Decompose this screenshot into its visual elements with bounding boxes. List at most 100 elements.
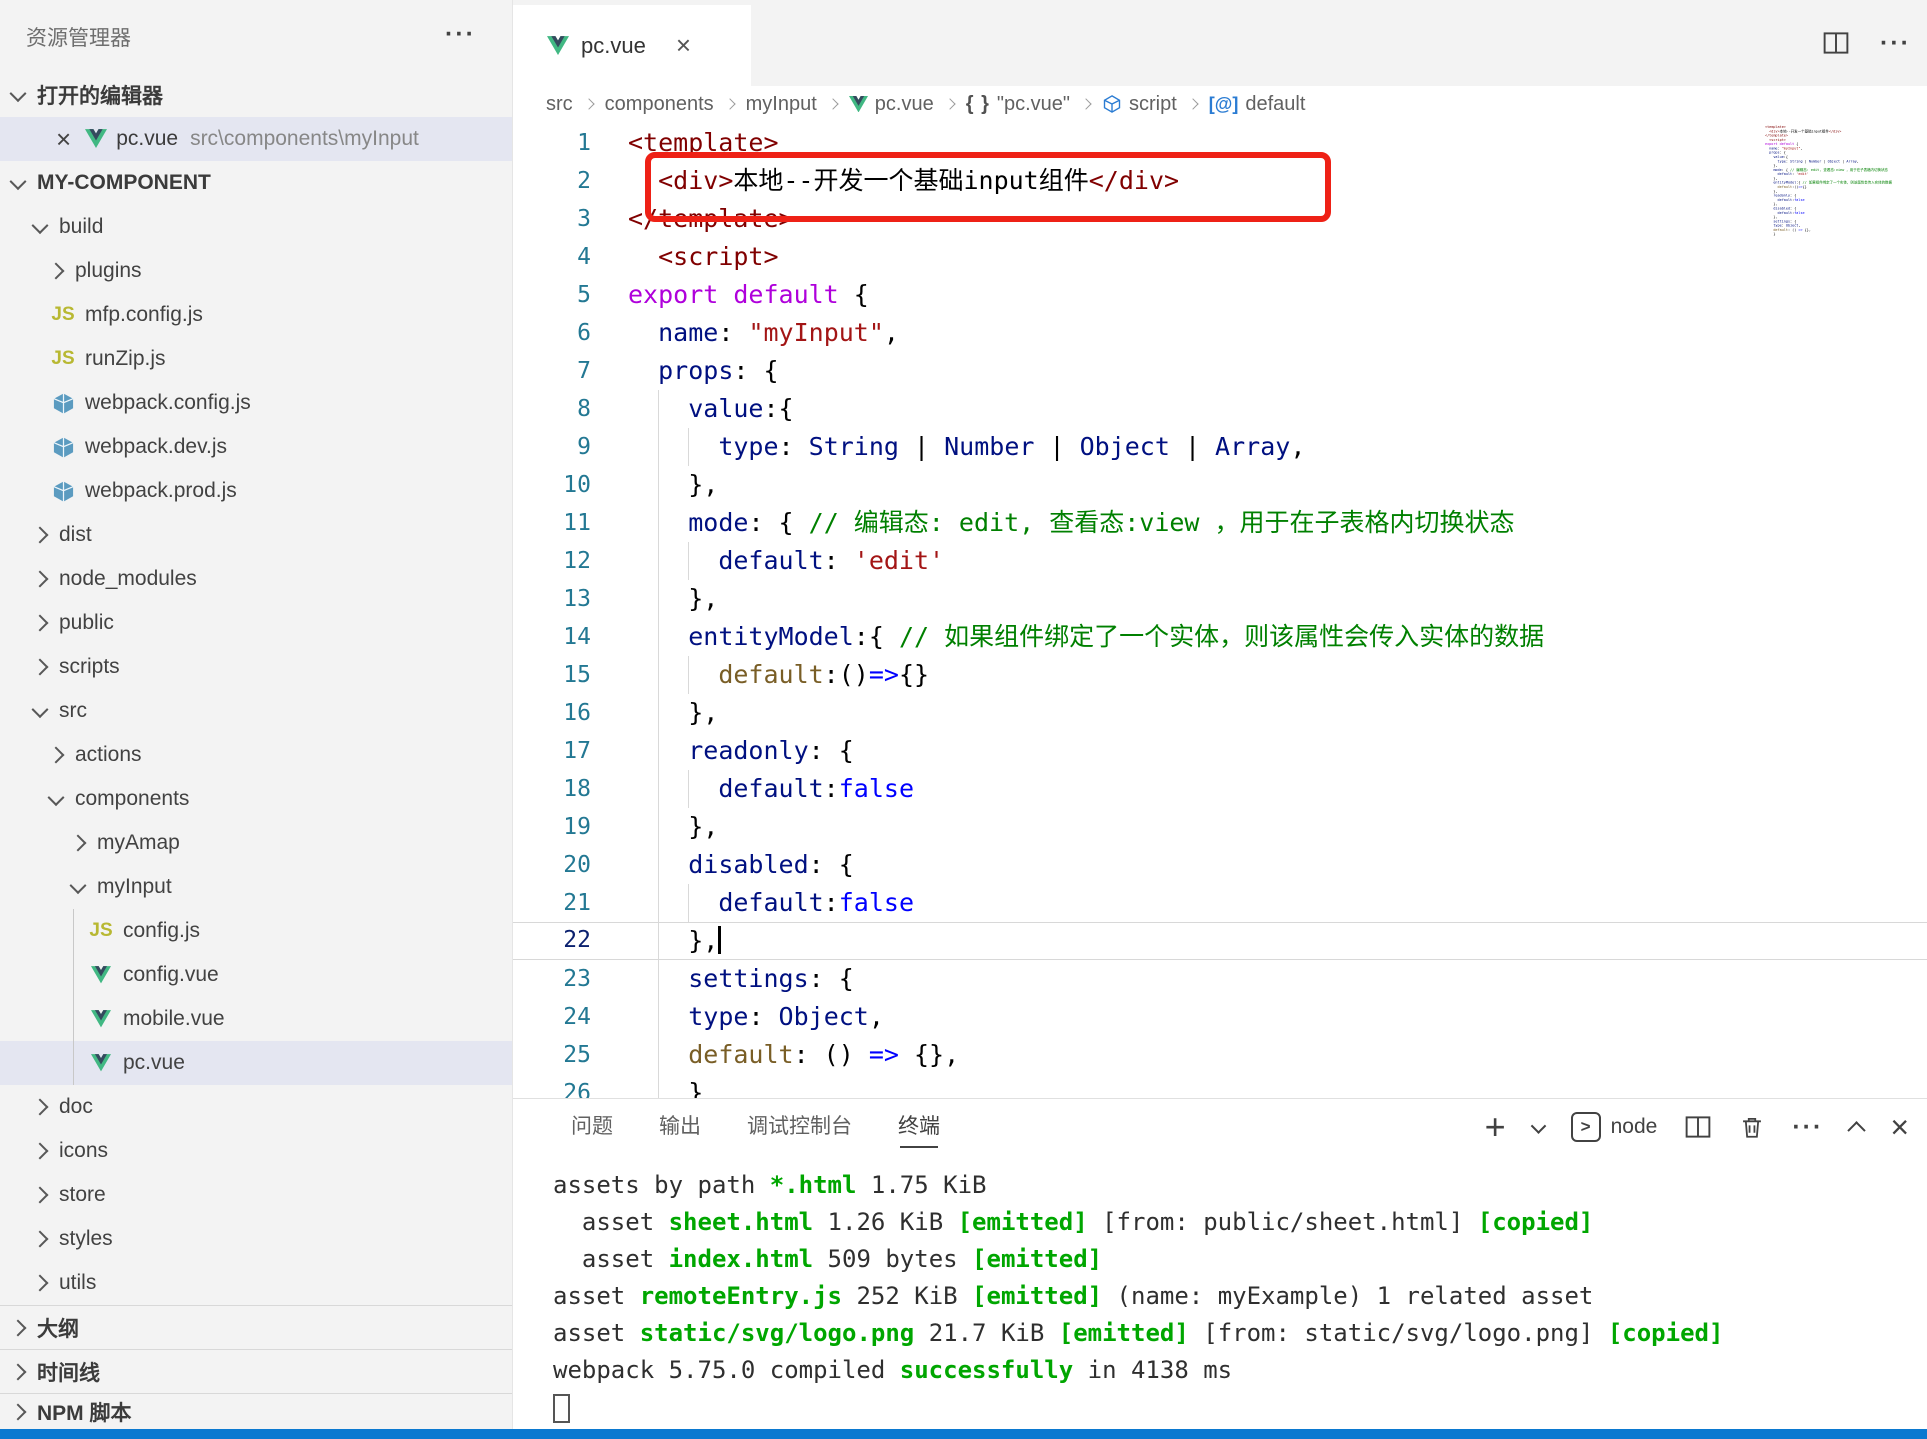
tree-item-src[interactable]: src — [0, 689, 512, 733]
tree-item-webpack.prod.js[interactable]: webpack.prod.js — [0, 469, 512, 513]
tree-item-doc[interactable]: doc — [0, 1085, 512, 1129]
split-terminal-icon[interactable] — [1684, 1113, 1712, 1141]
new-terminal-icon[interactable]: + — [1485, 1109, 1506, 1145]
line-number: 20 — [513, 846, 591, 884]
code-line-7[interactable]: 7 props: { — [513, 352, 1927, 390]
code-line-4[interactable]: 4 <script> — [513, 238, 1927, 276]
tree-item-node_modules[interactable]: node_modules — [0, 557, 512, 601]
breadcrumb-item-pc.vue[interactable]: { }"pc.vue" — [966, 93, 1070, 116]
code-line-26[interactable]: 26 } — [513, 1074, 1927, 1098]
split-editor-icon[interactable] — [1822, 29, 1850, 57]
terminal-output[interactable]: assets by path *.html 1.75 KiB asset she… — [513, 1155, 1927, 1429]
chevron-down-icon — [10, 173, 27, 190]
tree-item-public[interactable]: public — [0, 601, 512, 645]
code-line-5[interactable]: 5export default { — [513, 276, 1927, 314]
code-editor[interactable]: 1<template>2 <div>本地--开发一个基础input组件</div… — [513, 122, 1927, 1098]
code-line-19[interactable]: 19 }, — [513, 808, 1927, 846]
tree-item-store[interactable]: store — [0, 1173, 512, 1217]
more-actions-icon[interactable]: ··· — [1792, 1113, 1823, 1142]
breadcrumb-item-src[interactable]: src — [546, 93, 573, 116]
minimap[interactable]: <template> <div>本地--开发一个基础input组件</div><… — [1765, 125, 1917, 295]
tree-item-webpack.dev.js[interactable]: webpack.dev.js — [0, 425, 512, 469]
panel-tab-终端[interactable]: 终端 — [898, 1099, 940, 1155]
code-line-15[interactable]: 15 default:()=>{} — [513, 656, 1927, 694]
chevron-right-icon — [583, 98, 594, 109]
workspace-label: MY-COMPONENT — [37, 171, 211, 195]
open-editors-section-header[interactable]: 打开的编辑器 — [0, 73, 512, 117]
tab-pc-vue[interactable]: pc.vue × — [513, 5, 751, 86]
more-actions-icon[interactable]: ··· — [445, 20, 476, 49]
code-line-13[interactable]: 13 }, — [513, 580, 1927, 618]
breadcrumb-item-pc.vue[interactable]: pc.vue — [849, 93, 934, 116]
breadcrumb-item-myInput[interactable]: myInput — [746, 93, 817, 116]
code-line-12[interactable]: 12 default: 'edit' — [513, 542, 1927, 580]
line-number: 24 — [513, 998, 591, 1036]
close-icon[interactable]: × — [676, 30, 691, 61]
line-number: 8 — [513, 390, 591, 428]
tree-item-config.vue[interactable]: config.vue — [0, 953, 512, 997]
workspace-section-header[interactable]: MY-COMPONENT — [0, 161, 512, 205]
tree-item-mobile.vue[interactable]: mobile.vue — [0, 997, 512, 1041]
code-line-10[interactable]: 10 }, — [513, 466, 1927, 504]
code-line-3[interactable]: 3</template> — [513, 200, 1927, 238]
code-line-9[interactable]: 9 type: String | Number | Object | Array… — [513, 428, 1927, 466]
code-line-6[interactable]: 6 name: "myInput", — [513, 314, 1927, 352]
chevron-down-icon — [70, 877, 87, 894]
code-line-25[interactable]: 25 default: () => {}, — [513, 1036, 1927, 1074]
tree-item-pc.vue[interactable]: pc.vue — [0, 1041, 512, 1085]
tree-item-label: plugins — [75, 259, 142, 283]
tree-item-runZip.js[interactable]: JSrunZip.js — [0, 337, 512, 381]
code-line-14[interactable]: 14 entityModel:{ // 如果组件绑定了一个实体，则该属性会传入实… — [513, 618, 1927, 656]
breadcrumb-item-script[interactable]: script — [1102, 93, 1177, 116]
tree-item-label: node_modules — [59, 567, 197, 591]
tree-item-icons[interactable]: icons — [0, 1129, 512, 1173]
webpack-icon — [52, 436, 75, 459]
trash-icon[interactable] — [1739, 1114, 1765, 1140]
close-icon[interactable]: × — [56, 124, 71, 155]
code-line-1[interactable]: 1<template> — [513, 124, 1927, 162]
panel-tab-问题[interactable]: 问题 — [571, 1099, 613, 1155]
line-number: 11 — [513, 504, 591, 542]
tree-item-styles[interactable]: styles — [0, 1217, 512, 1261]
chevron-up-icon[interactable] — [1848, 1121, 1866, 1139]
tree-item-config.js[interactable]: JSconfig.js — [0, 909, 512, 953]
breadcrumb-item-components[interactable]: components — [605, 93, 714, 116]
breadcrumb-item-default[interactable]: [@]default — [1209, 93, 1306, 116]
editor-tab-bar: pc.vue × ··· — [513, 0, 1927, 86]
vscode-window: 资源管理器 ··· 打开的编辑器 × pc.vue src\components… — [0, 0, 1927, 1439]
tree-item-myAmap[interactable]: myAmap — [0, 821, 512, 865]
panel-tab-调试控制台[interactable]: 调试控制台 — [747, 1099, 852, 1155]
code-line-16[interactable]: 16 }, — [513, 694, 1927, 732]
code-line-21[interactable]: 21 default:false — [513, 884, 1927, 922]
close-panel-icon[interactable]: × — [1890, 1109, 1909, 1146]
code-line-18[interactable]: 18 default:false — [513, 770, 1927, 808]
timeline-section-header[interactable]: 时间线 — [0, 1349, 512, 1393]
panel-tab-输出[interactable]: 输出 — [659, 1099, 701, 1155]
tree-item-components[interactable]: components — [0, 777, 512, 821]
tree-item-scripts[interactable]: scripts — [0, 645, 512, 689]
terminal-profile[interactable]: > node — [1571, 1112, 1658, 1142]
tree-item-actions[interactable]: actions — [0, 733, 512, 777]
outline-section-header[interactable]: 大纲 — [0, 1305, 512, 1349]
more-actions-icon[interactable]: ··· — [1880, 29, 1911, 58]
code-line-24[interactable]: 24 type: Object, — [513, 998, 1927, 1036]
code-line-11[interactable]: 11 mode: { // 编辑态: edit, 查看态:view ，用于在子表… — [513, 504, 1927, 542]
code-line-20[interactable]: 20 disabled: { — [513, 846, 1927, 884]
tree-item-utils[interactable]: utils — [0, 1261, 512, 1305]
code-line-23[interactable]: 23 settings: { — [513, 960, 1927, 998]
chevron-down-icon — [32, 217, 49, 234]
line-number: 9 — [513, 428, 591, 466]
tree-item-plugins[interactable]: plugins — [0, 249, 512, 293]
tree-item-mfp.config.js[interactable]: JSmfp.config.js — [0, 293, 512, 337]
tree-item-dist[interactable]: dist — [0, 513, 512, 557]
code-line-2[interactable]: 2 <div>本地--开发一个基础input组件</div> — [513, 162, 1927, 200]
open-editor-item[interactable]: × pc.vue src\components\myInput — [0, 117, 512, 161]
code-line-8[interactable]: 8 value:{ — [513, 390, 1927, 428]
code-line-22[interactable]: 22 }, — [513, 922, 1927, 960]
chevron-down-icon[interactable] — [1530, 1118, 1546, 1134]
tree-item-myInput[interactable]: myInput — [0, 865, 512, 909]
code-line-17[interactable]: 17 readonly: { — [513, 732, 1927, 770]
npm-scripts-section-header[interactable]: NPM 脚本 — [0, 1393, 512, 1429]
tree-item-build[interactable]: build — [0, 205, 512, 249]
tree-item-webpack.config.js[interactable]: webpack.config.js — [0, 381, 512, 425]
